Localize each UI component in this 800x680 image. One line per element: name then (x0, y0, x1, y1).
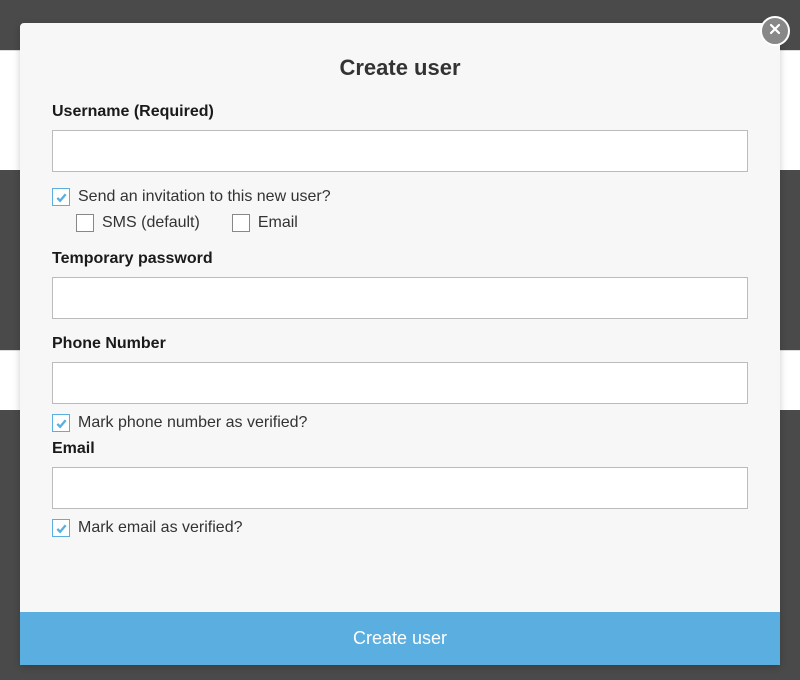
phone-verified-label[interactable]: Mark phone number as verified? (78, 414, 307, 432)
invite-label[interactable]: Send an invitation to this new user? (78, 188, 331, 206)
phone-group: Phone Number Mark phone number as verifi… (52, 335, 748, 432)
check-icon (55, 522, 68, 535)
username-group: Username (Required) (52, 103, 748, 172)
modal-body: Username (Required) Send an invitation t… (20, 103, 780, 612)
phone-verified-checkbox[interactable] (52, 414, 70, 432)
invite-checkbox[interactable] (52, 188, 70, 206)
email-verified-label[interactable]: Mark email as verified? (78, 519, 243, 537)
username-input[interactable] (52, 130, 748, 172)
create-user-modal: Create user Username (Required) Send an … (20, 23, 780, 665)
phone-label: Phone Number (52, 335, 748, 353)
temp-password-input[interactable] (52, 277, 748, 319)
close-button[interactable] (760, 16, 790, 46)
email-verified-checkbox[interactable] (52, 519, 70, 537)
email-verified-row: Mark email as verified? (52, 519, 748, 537)
temp-password-label: Temporary password (52, 250, 748, 268)
modal-title: Create user (20, 23, 780, 103)
invite-sms-label[interactable]: SMS (default) (102, 214, 200, 232)
invite-checkbox-row: Send an invitation to this new user? (52, 188, 748, 206)
close-icon (769, 22, 781, 40)
phone-verified-row: Mark phone number as verified? (52, 414, 748, 432)
email-label: Email (52, 440, 748, 458)
invite-email-label[interactable]: Email (258, 214, 298, 232)
invite-sms-checkbox[interactable] (76, 214, 94, 232)
create-user-button[interactable]: Create user (20, 612, 780, 665)
email-input[interactable] (52, 467, 748, 509)
username-label: Username (Required) (52, 103, 748, 121)
invite-methods: SMS (default) Email (76, 214, 748, 232)
invite-email-checkbox[interactable] (232, 214, 250, 232)
phone-input[interactable] (52, 362, 748, 404)
temp-password-group: Temporary password (52, 250, 748, 319)
email-group: Email Mark email as verified? (52, 440, 748, 537)
check-icon (55, 191, 68, 204)
invitation-group: Send an invitation to this new user? SMS… (52, 188, 748, 232)
check-icon (55, 417, 68, 430)
